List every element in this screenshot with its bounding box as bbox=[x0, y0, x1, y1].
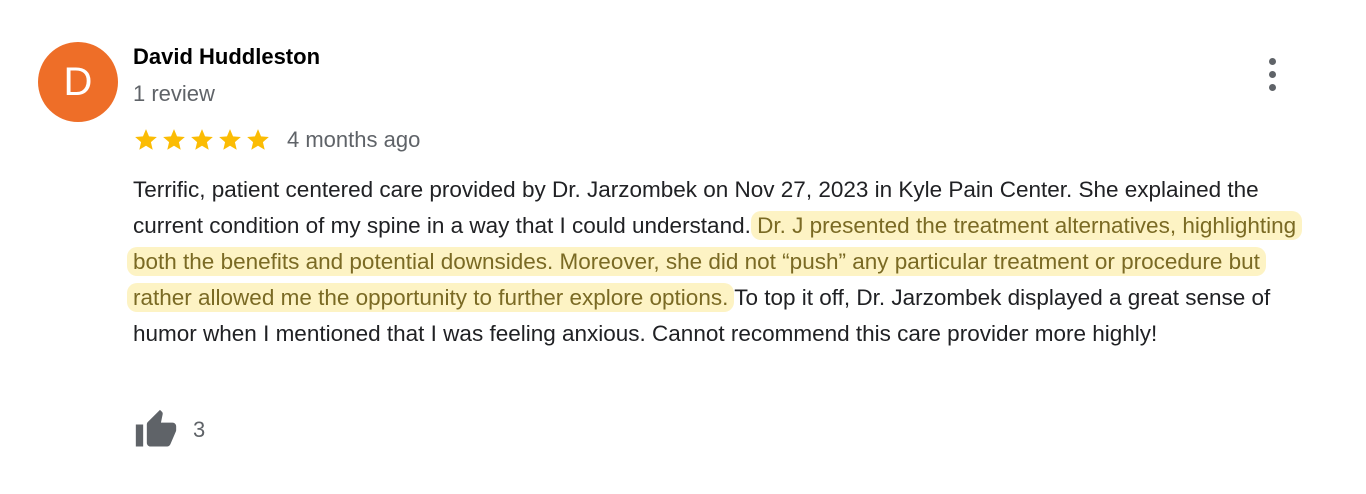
rating-row: 4 months ago bbox=[133, 125, 420, 155]
like-row: 3 bbox=[133, 408, 205, 452]
star-icon bbox=[219, 129, 241, 150]
reviewer-review-count: 1 review bbox=[133, 81, 215, 106]
review-date: 4 months ago bbox=[287, 127, 421, 152]
more-options-button[interactable] bbox=[1256, 54, 1288, 94]
thumbs-up-icon[interactable] bbox=[133, 408, 179, 452]
star-icon bbox=[163, 129, 185, 150]
avatar[interactable]: D bbox=[38, 42, 118, 122]
star-icon bbox=[191, 129, 213, 150]
star-rating bbox=[133, 127, 271, 153]
review-text: Terrific, patient centered care provided… bbox=[127, 172, 1313, 352]
like-count: 3 bbox=[193, 417, 206, 442]
star-icon bbox=[247, 129, 269, 150]
star-icon bbox=[135, 129, 157, 150]
more-vert-icon bbox=[1268, 57, 1276, 65]
reviewer-name[interactable]: David Huddleston bbox=[133, 44, 320, 70]
